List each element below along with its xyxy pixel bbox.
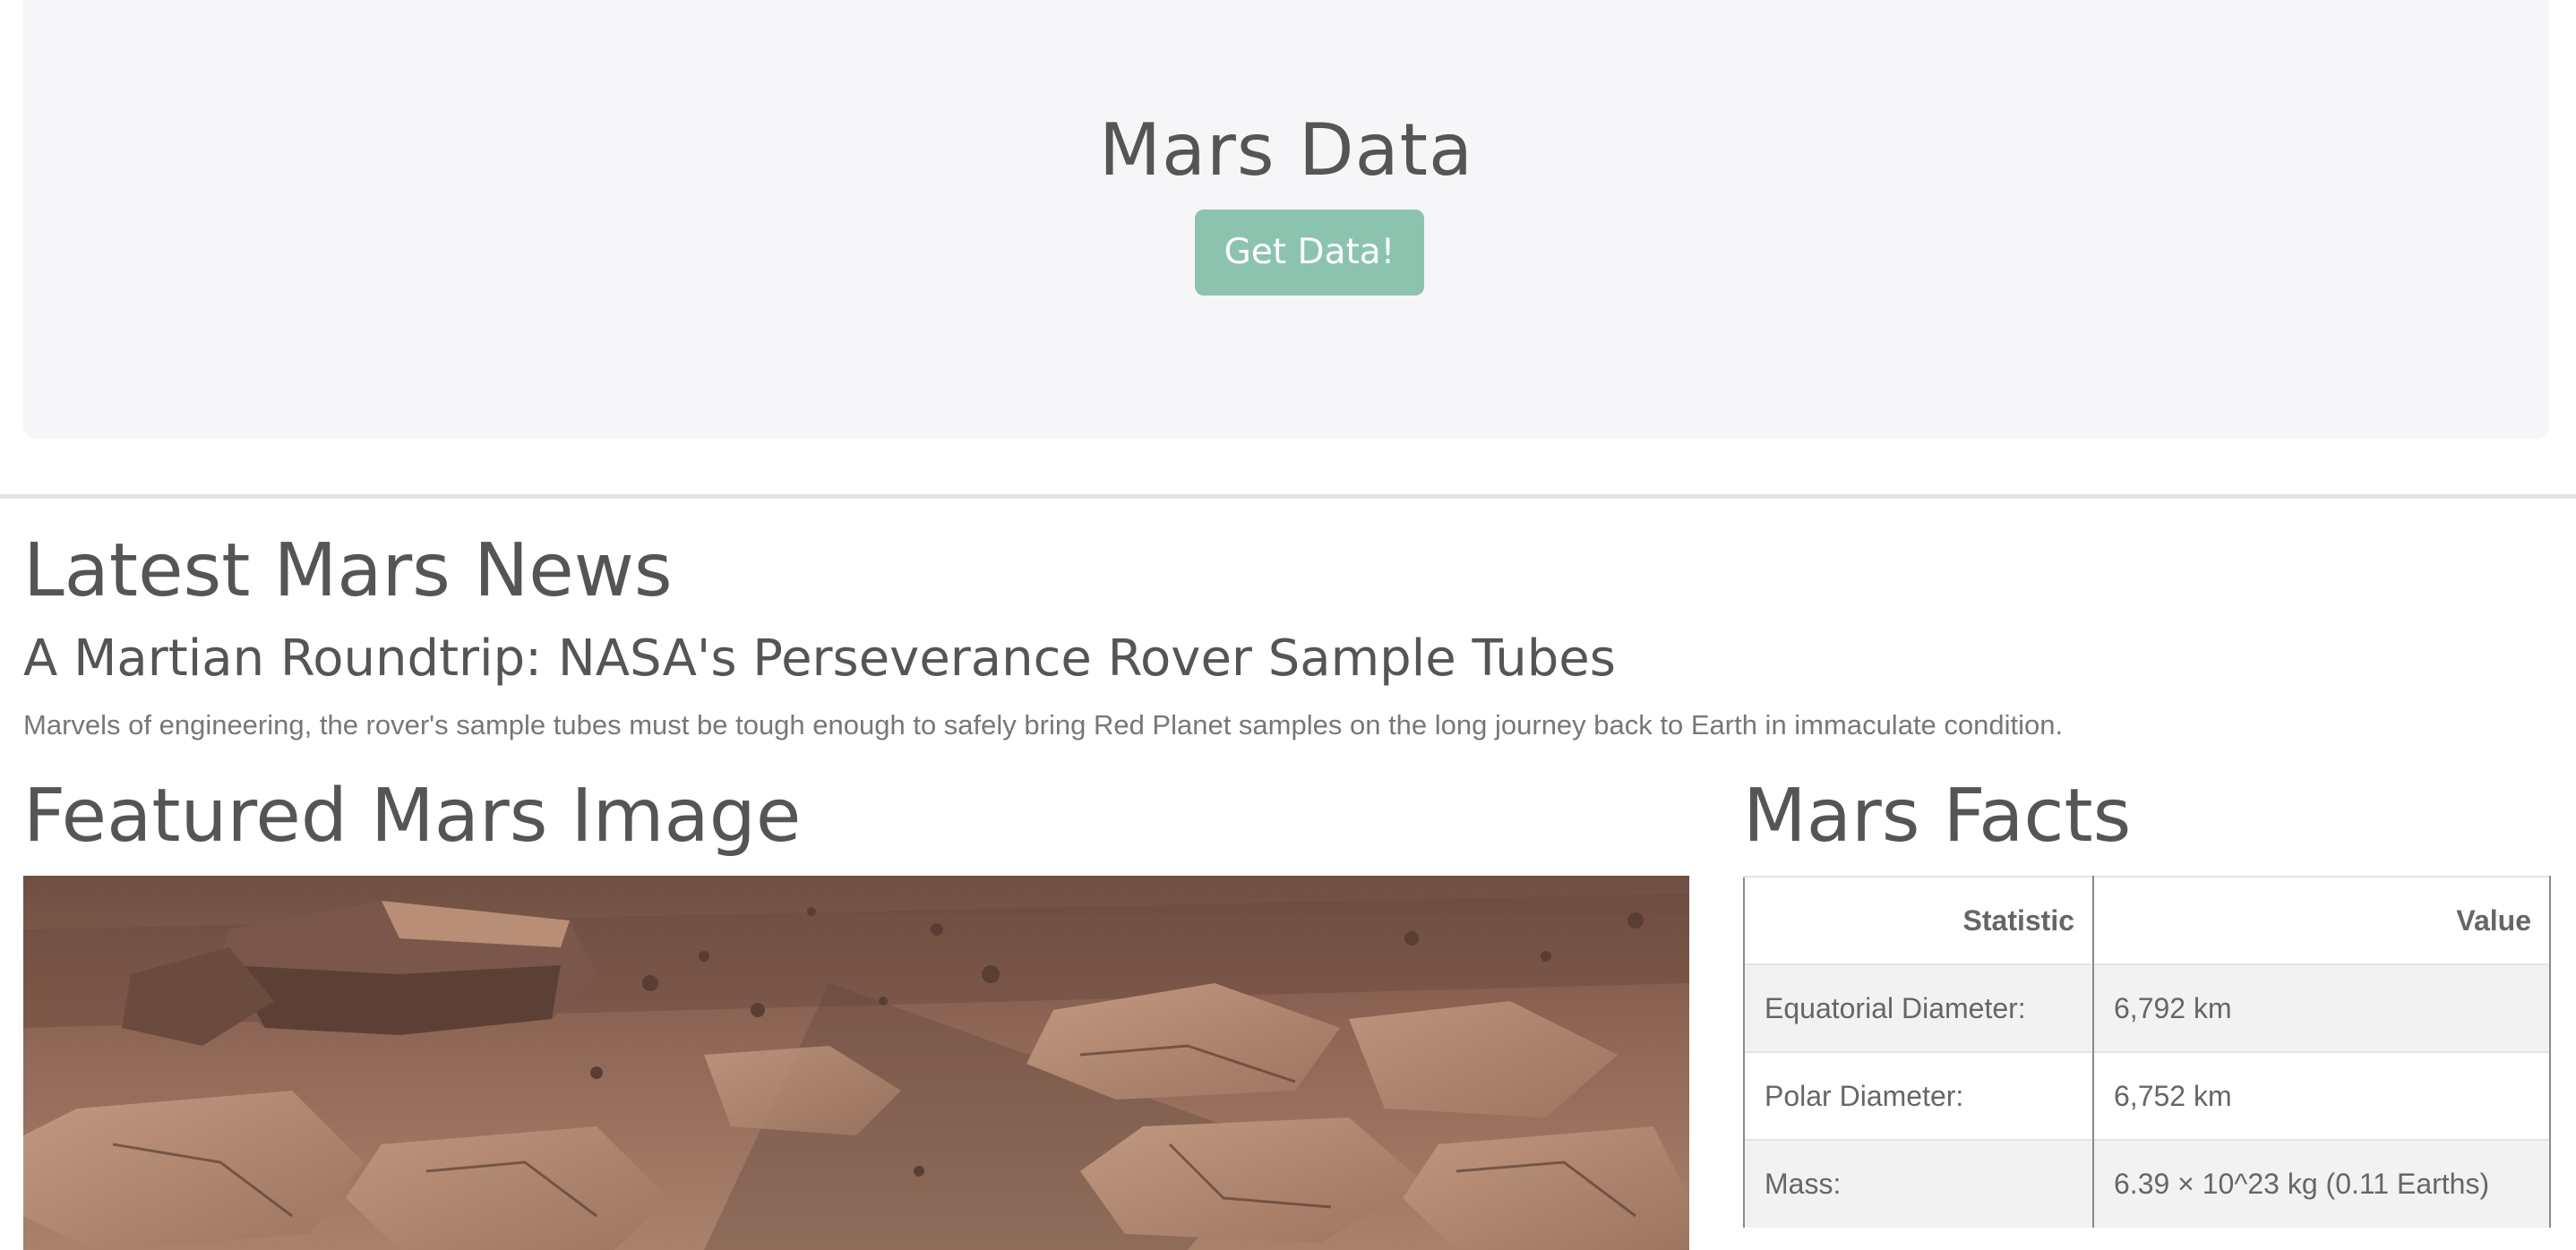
table-row: Mass: 6.39 × 10^23 kg (0.11 Earths) xyxy=(1743,1139,2551,1228)
statistic-cell: Equatorial Diameter: xyxy=(1743,963,2094,1052)
get-data-button[interactable]: Get Data! xyxy=(1195,210,1424,295)
column-header-value: Value xyxy=(2092,876,2551,964)
mars-facts-table: Statistic Value Equatorial Diameter: 6,7… xyxy=(1743,876,2551,1228)
column-header-statistic: Statistic xyxy=(1743,876,2094,964)
news-teaser: Marvels of engineering, the rover's samp… xyxy=(23,709,2064,741)
table-header-row: Statistic Value xyxy=(1743,876,2551,964)
mars-facts-heading: Mars Facts xyxy=(1743,774,2132,859)
table-row: Polar Diameter: 6,752 km xyxy=(1743,1051,2551,1140)
table-row: Equatorial Diameter: 6,792 km xyxy=(1743,963,2551,1052)
featured-image-heading: Featured Mars Image xyxy=(23,774,802,859)
value-cell: 6.39 × 10^23 kg (0.11 Earths) xyxy=(2092,1139,2551,1228)
jumbotron: Mars Data Get Data! xyxy=(23,0,2549,439)
value-cell: 6,752 km xyxy=(2092,1051,2551,1140)
latest-news-heading: Latest Mars News xyxy=(23,528,673,613)
news-title: A Martian Roundtrip: NASA's Perseverance… xyxy=(23,629,1616,688)
page-title: Mars Data xyxy=(1098,108,1474,192)
featured-mars-image xyxy=(23,876,1689,1250)
value-cell: 6,792 km xyxy=(2092,963,2551,1052)
statistic-cell: Mass: xyxy=(1743,1139,2094,1228)
statistic-cell: Polar Diameter: xyxy=(1743,1051,2094,1140)
section-divider xyxy=(0,494,2576,499)
